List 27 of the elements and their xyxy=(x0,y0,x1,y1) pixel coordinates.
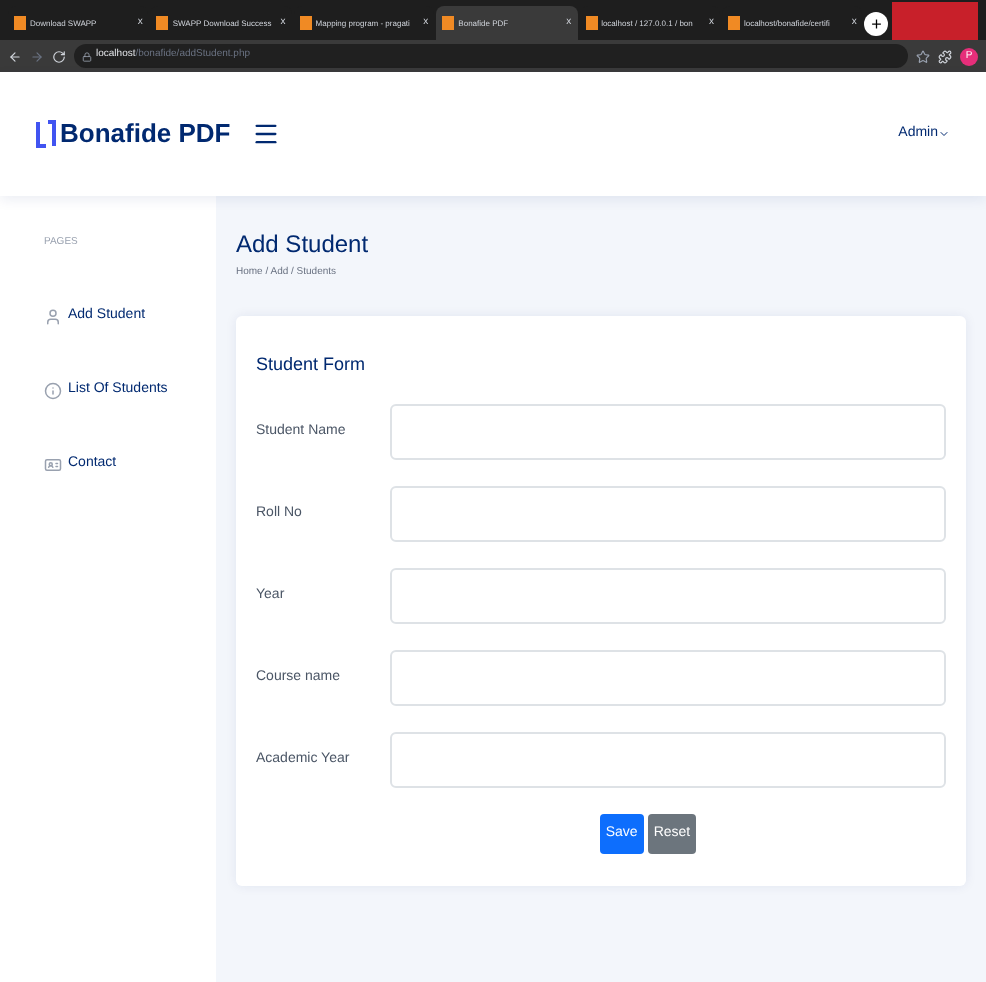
favicon-icon xyxy=(14,16,26,30)
lock-icon xyxy=(82,51,92,61)
input-field[interactable] xyxy=(390,486,946,542)
back-icon[interactable] xyxy=(8,49,22,63)
favicon-icon xyxy=(299,16,312,30)
extensions-icon[interactable] xyxy=(938,49,952,63)
favicon-icon xyxy=(156,16,169,30)
favicon-icon xyxy=(442,16,455,30)
input-field[interactable] xyxy=(390,404,946,460)
menu-icon[interactable] xyxy=(252,120,280,148)
new-tab-button[interactable]: + xyxy=(864,12,889,36)
input-field[interactable] xyxy=(390,650,946,706)
favicon-icon xyxy=(585,16,598,30)
star-icon[interactable] xyxy=(916,49,930,63)
input-field[interactable] xyxy=(390,568,946,624)
forward-icon[interactable] xyxy=(30,49,44,63)
info-icon xyxy=(44,381,62,399)
logo-text: Bonafide PDF xyxy=(60,118,233,150)
person-icon xyxy=(44,307,62,325)
input-field[interactable] xyxy=(390,732,946,788)
page-title: Add Student xyxy=(236,228,371,262)
reload-icon[interactable] xyxy=(52,49,66,63)
favicon-icon xyxy=(727,16,740,30)
logo-icon xyxy=(36,120,56,148)
form-title: Student Form xyxy=(256,351,368,377)
caret-icon xyxy=(938,128,950,140)
card-icon xyxy=(44,455,62,473)
